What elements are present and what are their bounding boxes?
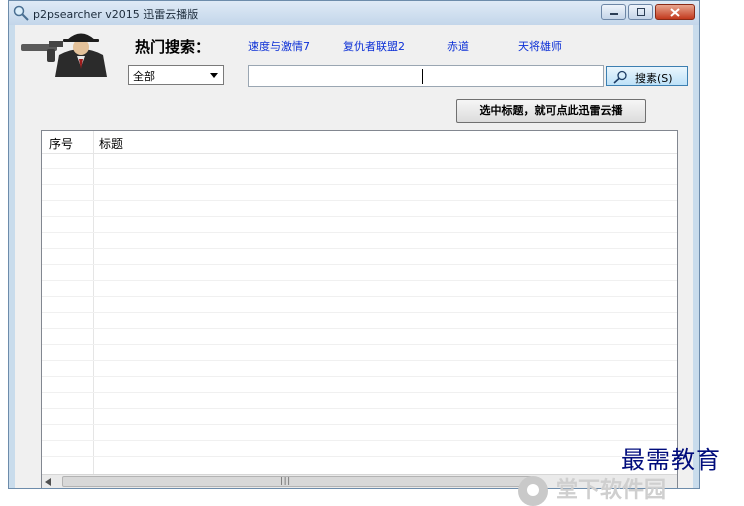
maximize-icon [636, 8, 645, 16]
search-icon [613, 70, 627, 84]
magnifier-app-icon [13, 5, 29, 21]
dropdown-arrow-icon [210, 73, 218, 78]
thunder-cloud-play-button[interactable]: 选中标题，就可点此迅雷云播 [456, 99, 646, 123]
minimize-button[interactable] [601, 4, 626, 20]
watermark-logo-icon [518, 476, 548, 506]
category-selected-value: 全部 [133, 70, 155, 83]
text-caret [422, 69, 423, 84]
main-panel: 热门搜索： 速度与激情7 复仇者联盟2 赤道 天将雄师 全部 搜素(S) 选中标… [15, 25, 693, 488]
scrollbar-grip: ||| [280, 476, 292, 485]
hot-search-link-3[interactable]: 赤道 [447, 38, 469, 54]
maximize-button[interactable] [628, 4, 653, 20]
detective-mascot-icon [21, 33, 107, 77]
hot-search-label: 热门搜索： [135, 38, 211, 56]
results-header: 序号 标题 [42, 131, 677, 154]
column-header-index[interactable]: 序号 [49, 135, 73, 152]
results-list[interactable]: 序号 标题 ||| [41, 130, 678, 488]
watermark-text: 堂下软件园 [556, 478, 667, 503]
search-button[interactable]: 搜素(S) [606, 66, 688, 86]
title-bar[interactable]: p2psearcher v2015 迅雷云播版 [9, 1, 699, 25]
category-select[interactable]: 全部 [128, 65, 224, 85]
close-button[interactable] [655, 4, 695, 20]
window-title: p2psearcher v2015 迅雷云播版 [33, 8, 199, 21]
scrollbar-thumb[interactable]: ||| [62, 476, 532, 487]
search-button-label: 搜素(S) [635, 72, 673, 85]
app-window: p2psearcher v2015 迅雷云播版 热门搜索： 速度与激情7 复仇者… [8, 0, 700, 489]
hot-search-link-1[interactable]: 速度与激情7 [248, 38, 310, 54]
results-rows[interactable] [42, 153, 677, 469]
brand-watermark: 最需教育 [621, 446, 721, 474]
close-icon [670, 8, 680, 17]
column-header-title[interactable]: 标题 [99, 135, 123, 152]
scroll-left-icon[interactable] [45, 478, 51, 486]
hot-search-link-2[interactable]: 复仇者联盟2 [343, 38, 405, 54]
hot-search-link-4[interactable]: 天将雄师 [518, 38, 562, 54]
search-input[interactable] [248, 65, 604, 87]
minimize-icon [609, 13, 618, 15]
